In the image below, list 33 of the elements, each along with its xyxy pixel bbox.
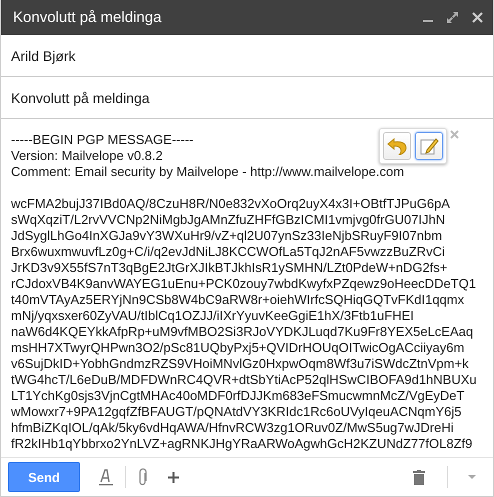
message-line: mNj/yqxsxer60ZyVAU/tIblCq1OZJJ/iIXrYyuvKeeGgiE1hX/3Ftb1uFHEI — [11, 308, 414, 324]
paperclip-icon[interactable] — [138, 468, 148, 486]
message-line: wcFMA2bujJ37IBd0AQ/8CzuH8R/N0e832vXoOrq2uyX4x3I+OBtfTJPuG6pA — [11, 196, 450, 212]
message-line: naW6d4KQEYkkAfpRp+uM9vfMBO2Si3RJoVYDKJLuqd7Ku9Fr8YEX5eLcEAaq — [11, 324, 474, 340]
recipient-field[interactable]: Arild Bjørk — [1, 35, 493, 77]
edit-button[interactable] — [415, 132, 443, 160]
pencil-icon — [419, 136, 439, 156]
message-line: -----BEGIN PGP MESSAGE----- — [11, 132, 194, 148]
message-line: t40mVTAyAz5ERYjNn9CSb8W4bC9aRW8r+oiehWIrfcSQHiqGQTvFKdI1qqmx — [11, 292, 464, 308]
window-title: Konvolutt på meldinga — [13, 9, 162, 26]
message-line: msHH7XTwyrQHPwn3O2/pSc81UQbyPxj5+QVIDrHOUqOITwicOgACciiyay6m — [11, 340, 464, 356]
undo-icon — [387, 137, 407, 155]
trash-icon[interactable] — [413, 470, 425, 484]
message-line: hfmBiZKqIOL/qAk/5ky6vdHqAWA/HfnvRCW3zg1ORuv0Z/MwS5ug7wJDreHi — [11, 420, 454, 436]
message-line: Version: Mailvelope v0.8.2 — [11, 148, 163, 164]
message-line: JrKD3v9X55fS7nT3qBgE2JtGrXJIkBTJkhIsR1ySMHN/LZt0PdeW+nDG2fs+ — [11, 260, 448, 276]
message-line: v6SujDkID+YobhGndmzRZS9VHoiMNvlGz0HxpwOqm8Wf3u7iSWdcZtnVpm+k — [11, 356, 469, 372]
message-line: tWG4hcT/L6eDuB/MDFDWnRC4QVR+dtSbYtiAcP52qlHSwCIBOFA9d1hNBUXu — [11, 372, 477, 388]
message-line: Brx6wuxmwuvfLz0g+C/i/q2evJdNiLJ8KCCWOfLa5TqJ2nAF5vwzzBuZRvCi — [11, 244, 445, 260]
undo-button[interactable] — [383, 132, 411, 160]
close-icon[interactable] — [472, 12, 483, 23]
message-line: rCJdoxVB4K9anvWAYEG1uEnu+PCK0zouy7wbdKwyfxPZqewz9oHeecDDeTQ1 — [11, 276, 476, 292]
dropdown-caret-icon[interactable] — [468, 475, 476, 479]
message-line: Comment: Email security by Mailvelope - http://www.mailvelope.com — [11, 164, 404, 180]
message-line: LT1YchKg0sjs3VjnCgtMHAc40oMDF0rfDJJKm683eFSmucwmnMcZ/VgEyDeT — [11, 388, 464, 404]
text-format-icon[interactable] — [99, 468, 113, 486]
expand-icon[interactable] — [447, 12, 458, 23]
message-line: JdSyglLhGo4InXGJa9vY3WXuHr9/vZ+ql2U07ynSz33IeNjbSRuyF9I07nbm — [11, 228, 442, 244]
subject-field[interactable]: Konvolutt på meldinga — [1, 77, 493, 119]
message-line: wMowxr7+9PA12gqfZfBFAUGT/pQNAtdVY3KRIdc1Rc6oUVyIqeuACNqmY6j5 — [11, 404, 462, 420]
plus-icon[interactable] — [168, 472, 179, 482]
message-line: sWqXqziT/L2rvVVCNp2NiMgbJgAMnZfuZHFfGBzICMI1vmjvg0frGU07IJhN — [11, 212, 446, 228]
message-line: fR2kIHb1qYbbrxo2YnLVZ+agRNKJHgYRaARWoAgwhGcH2KZUNdZ77fOL8Zf9 — [11, 436, 472, 452]
